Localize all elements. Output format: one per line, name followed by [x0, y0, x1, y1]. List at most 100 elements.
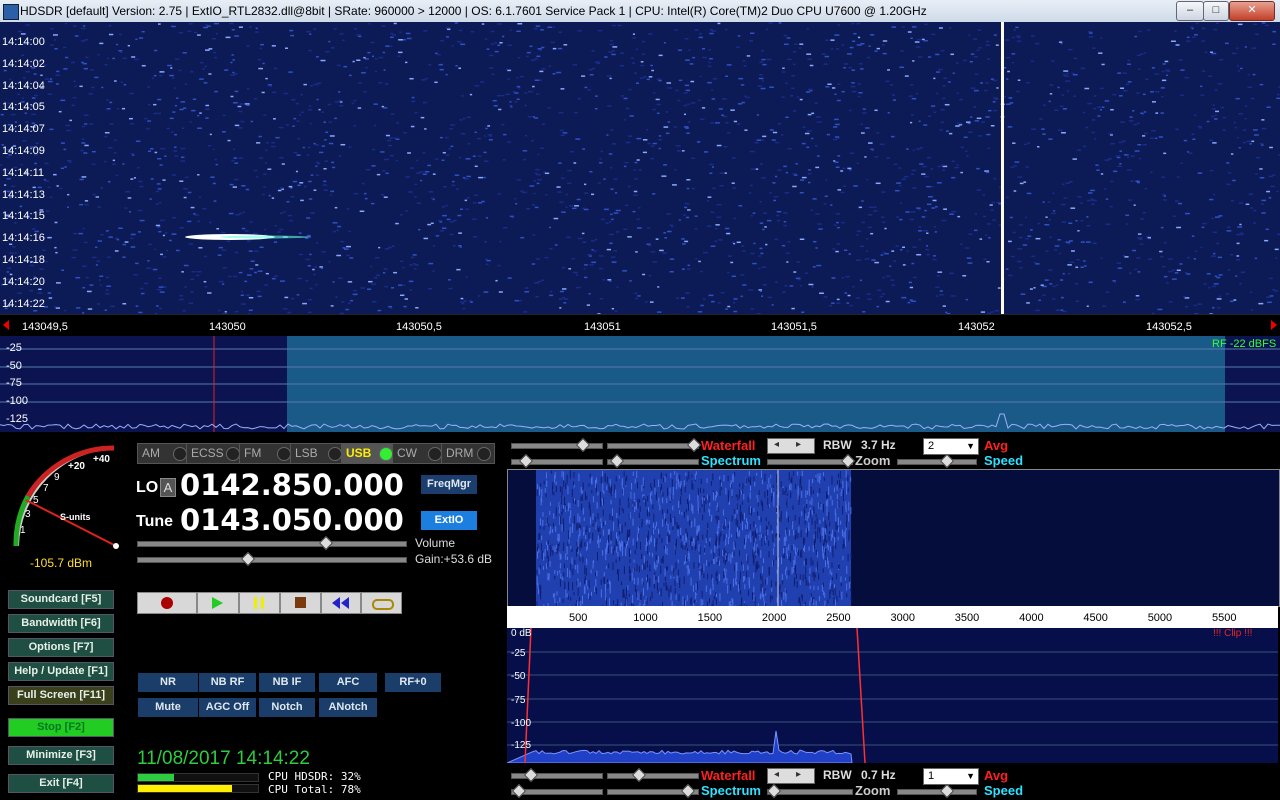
chevron-right-icon[interactable]: ▸ [796, 439, 801, 450]
af-frequency-label: 2500 [826, 612, 851, 624]
loop-button[interactable] [361, 592, 402, 614]
gain-label: Gain:+53.6 dB [415, 552, 493, 566]
volume-label: Volume [415, 536, 456, 550]
mode-label: AM [142, 446, 160, 460]
filter-edge [524, 628, 866, 763]
mode-label: USB [346, 446, 372, 460]
mode-lsb-button[interactable]: LSB [290, 443, 346, 464]
frequency-label: 143050 [209, 321, 246, 333]
carrier-trace [1001, 22, 1004, 314]
af-waterfall[interactable] [507, 469, 1280, 607]
timestamp-label: 14:14:13 [2, 188, 45, 201]
chevron-down-icon: ▼ [966, 441, 975, 451]
pause-button[interactable] [239, 592, 280, 614]
afc-button[interactable]: AFC [318, 672, 378, 693]
maximize-button[interactable]: □ [1203, 1, 1229, 21]
extio-button[interactable]: ExtIO [420, 510, 478, 531]
lo-frequency-display[interactable]: 0142.850.000 [180, 468, 404, 502]
tune-frequency-display[interactable]: 0143.050.000 [180, 503, 404, 537]
mode-am-button[interactable]: AM [137, 443, 191, 464]
scroll-right-icon[interactable] [1271, 320, 1277, 330]
rf-speed-slider[interactable] [897, 459, 977, 465]
af-frequency-label: 3500 [954, 612, 980, 624]
led-icon [328, 447, 342, 461]
timestamp-label: 14:14:05 [2, 101, 45, 114]
freqmgr-button[interactable]: FreqMgr [420, 474, 478, 495]
full-screen-button[interactable]: Full Screen [F11] [8, 686, 114, 705]
chevron-left-icon[interactable]: ◂ [774, 439, 779, 450]
soundcard-button[interactable]: Soundcard [F5] [8, 590, 114, 609]
rf-waterfall-canvas [0, 22, 1280, 314]
anotch-button[interactable]: ANotch [318, 697, 378, 718]
rf-spectrum[interactable]: -25 -50 -75 -100 -125 RF -22 dBFS [0, 336, 1280, 432]
af-rbw-value: 0.7 Hz [861, 768, 896, 782]
rf-waterfall-label: Waterfall [701, 438, 756, 453]
rf-waterfall-brightness-slider[interactable] [607, 443, 699, 449]
mode-label: CW [397, 446, 417, 460]
help-update-button[interactable]: Help / Update [F1] [8, 662, 114, 681]
nb-if-button[interactable]: NB IF [258, 672, 316, 693]
tune-label: Tune [136, 513, 174, 530]
af-db-label: 0 dB [511, 628, 532, 639]
minimize-app-button[interactable]: Minimize [F3] [8, 746, 114, 765]
timestamp-label: 14:14:22 [2, 297, 45, 310]
af-speed-slider[interactable] [897, 789, 977, 795]
exit-button[interactable]: Exit [F4] [8, 774, 114, 793]
af-frequency-label: 3000 [890, 612, 915, 624]
timestamp-label: 14:14:11 [2, 166, 45, 179]
af-frequency-axis[interactable]: 500 1000 1500 2000 2500 3000 3500 4000 4500 5000 5… [507, 606, 1278, 628]
gain-slider[interactable] [137, 557, 407, 563]
chevron-left-icon[interactable]: ◂ [774, 769, 779, 780]
scroll-left-icon[interactable] [3, 320, 9, 330]
timestamp-label: 14:14:00 [2, 36, 45, 48]
led-icon [173, 447, 187, 461]
af-frequency-label: 2000 [761, 612, 787, 624]
stop-icon [295, 597, 306, 608]
af-avg-select[interactable]: 1 ▼ [923, 768, 979, 785]
lo-a-button[interactable]: A [160, 478, 176, 497]
af-spectrum[interactable]: 0 dB -25 -50 -75 -100 -125 !!! Clip !!! [507, 628, 1278, 763]
window-title: HDSDR [default] Version: 2.75 | ExtIO_RT… [20, 4, 927, 18]
rf-rbw-stepper[interactable]: ◂ ▸ [767, 438, 815, 454]
frequency-scale[interactable]: 143049,5 143050 143050,5 143051 143051,5 1430… [0, 314, 1280, 337]
rf-zoom-label: Zoom [855, 453, 891, 468]
mode-usb-button[interactable]: USB [341, 443, 397, 464]
frequency-label: 143051 [584, 321, 621, 333]
select-value: 1 [928, 770, 935, 782]
bandwidth-button[interactable]: Bandwidth [F6] [8, 614, 114, 633]
mode-fm-button[interactable]: FM [239, 443, 295, 464]
nb-rf-button[interactable]: NB RF [198, 672, 257, 693]
af-db-label: -125 [511, 740, 532, 751]
af-db-label: -100 [511, 718, 532, 729]
mute-button[interactable]: Mute [137, 697, 199, 718]
af-frequency-label: 1000 [633, 612, 658, 624]
play-button[interactable] [197, 592, 239, 614]
notch-button[interactable]: Notch [258, 697, 316, 718]
agc-button[interactable]: AGC Off [198, 697, 257, 718]
volume-slider[interactable] [137, 541, 407, 547]
cpu-hdsdr-bar [137, 773, 259, 782]
rewind-button[interactable] [321, 592, 361, 614]
db-label: -75 [6, 377, 22, 389]
close-button[interactable]: ✕ [1229, 1, 1275, 21]
af-waterfall-label: Waterfall [701, 768, 756, 783]
minimize-button[interactable]: – [1176, 1, 1204, 21]
mode-ecss-button[interactable]: ECSS [186, 443, 244, 464]
af-rbw-stepper[interactable]: ◂ ▸ [767, 768, 815, 784]
options-button[interactable]: Options [F7] [8, 638, 114, 657]
rf-spectrum-label: Spectrum [701, 453, 761, 468]
record-button[interactable] [137, 592, 197, 614]
stop-button[interactable]: Stop [F2] [8, 718, 114, 737]
af-zoom-label: Zoom [855, 783, 891, 798]
nr-button[interactable]: NR [137, 672, 199, 693]
chevron-right-icon[interactable]: ▸ [796, 769, 801, 780]
mode-drm-button[interactable]: DRM [441, 443, 495, 464]
stop-play-button[interactable] [280, 592, 321, 614]
rf-gain-button[interactable]: RF+0 [384, 672, 442, 693]
rf-avg-select[interactable]: 2 ▼ [923, 438, 979, 455]
db-label: -50 [6, 360, 22, 372]
af-waterfall-brightness-slider[interactable] [607, 773, 699, 779]
smeter-mark: +20 [68, 461, 85, 472]
rf-waterfall[interactable]: 14:14:00 14:14:02 14:14:04 14:14:05 14:14:07… [0, 22, 1280, 314]
mode-cw-button[interactable]: CW [392, 443, 446, 464]
